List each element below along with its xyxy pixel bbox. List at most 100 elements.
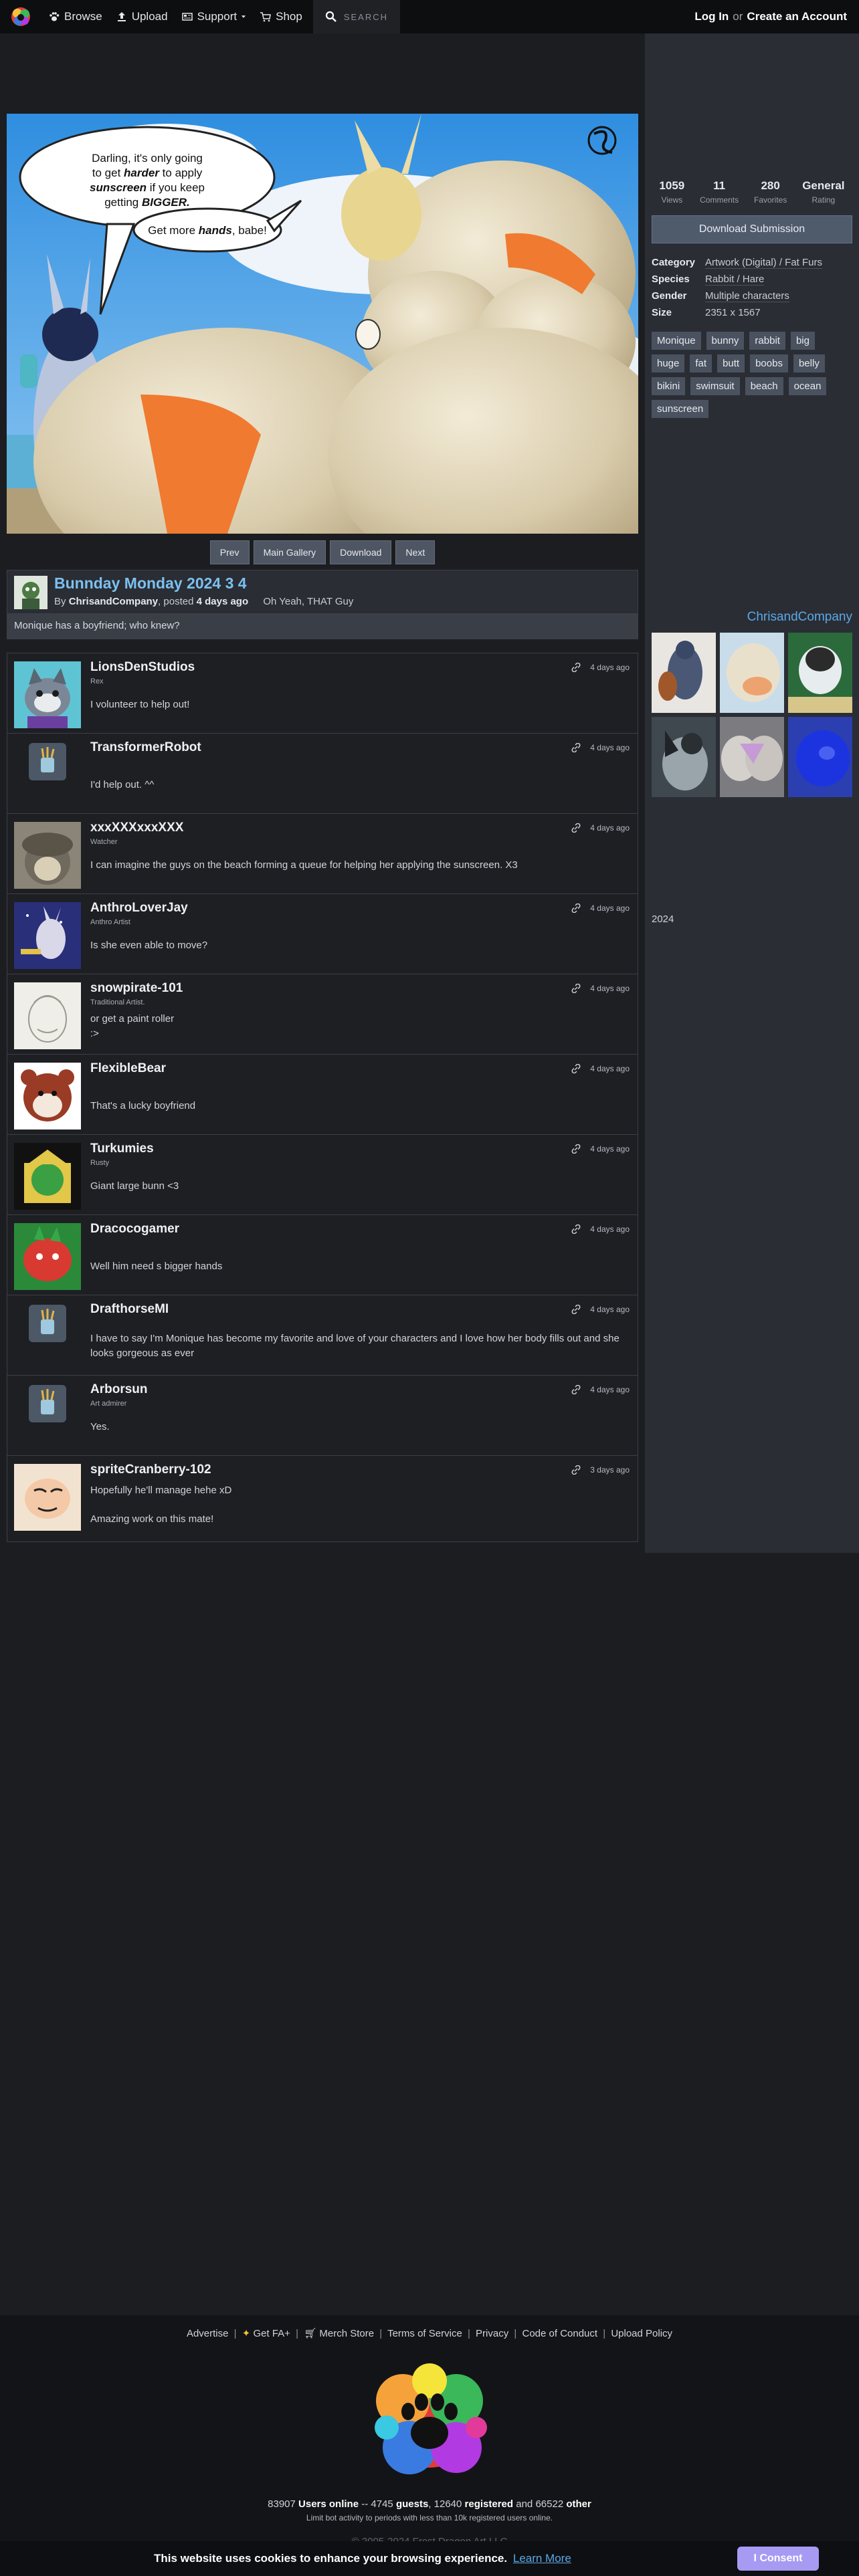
commenter-avatar[interactable] — [14, 822, 81, 889]
tag[interactable]: bikini — [652, 377, 686, 395]
tag[interactable]: sunscreen — [652, 400, 709, 418]
tag[interactable]: butt — [717, 354, 745, 372]
gallery-thumbnail[interactable] — [720, 633, 784, 713]
site-logo-icon[interactable] — [9, 5, 32, 28]
link-icon[interactable] — [571, 1224, 581, 1234]
more-from-artist-link[interactable]: ChrisandCompany — [652, 610, 852, 625]
artist-avatar[interactable] — [14, 576, 47, 609]
download-submission-button[interactable]: Download Submission — [652, 215, 852, 243]
learn-more-link[interactable]: Learn More — [513, 2552, 571, 2565]
users-online: 83907 Users online -- 4745 guests, 12640… — [268, 2498, 591, 2510]
tag[interactable]: fat — [690, 354, 712, 372]
commenter-avatar[interactable] — [29, 743, 66, 780]
link-icon[interactable] — [571, 984, 581, 993]
prev-button[interactable]: Prev — [209, 540, 250, 564]
main-gallery-button[interactable]: Main Gallery — [253, 540, 326, 564]
merch-store-link[interactable]: Merch Store — [319, 2328, 374, 2339]
info-value[interactable]: Artwork (Digital) / Fat Furs — [705, 257, 823, 269]
commenter-avatar[interactable] — [14, 902, 81, 969]
link-icon[interactable] — [571, 743, 581, 752]
nav-upload[interactable]: Upload — [109, 0, 175, 33]
tag[interactable]: boobs — [750, 354, 788, 372]
commenter-avatar[interactable] — [14, 661, 81, 728]
link-icon[interactable] — [571, 1385, 581, 1394]
search-box[interactable]: SEARCH — [312, 0, 400, 33]
gallery-thumbnails — [652, 633, 852, 797]
tag[interactable]: huge — [652, 354, 685, 372]
tag[interactable]: swimsuit — [690, 377, 740, 395]
tag[interactable]: big — [790, 332, 815, 350]
commenter-name[interactable]: spriteCranberry-102 — [90, 1463, 211, 1477]
gallery-thumbnail[interactable] — [720, 717, 784, 797]
commenter-name[interactable]: Turkumies — [90, 1142, 154, 1156]
comment-time: 4 days ago — [590, 1224, 630, 1234]
bubble-1-line-4: getting BIGGER. — [104, 196, 190, 209]
commenter-name[interactable]: snowpirate-101 — [90, 981, 183, 996]
tag[interactable]: beach — [745, 377, 783, 395]
nav-support[interactable]: Support — [175, 0, 254, 33]
commenter-avatar[interactable] — [29, 1305, 66, 1342]
other-label: other — [566, 2498, 591, 2510]
consent-button[interactable]: I Consent — [737, 2547, 819, 2571]
terms-link[interactable]: Terms of Service — [387, 2328, 462, 2339]
link-icon[interactable] — [571, 1064, 581, 1073]
create-account-link[interactable]: Create an Account — [747, 10, 847, 23]
rating-label: Rating — [812, 195, 836, 205]
comment: AnthroLoverJay Anthro Artist Is she even… — [7, 894, 638, 974]
login-link[interactable]: Log In — [694, 10, 729, 23]
commenter-avatar[interactable] — [29, 1385, 66, 1422]
next-button[interactable]: Next — [395, 540, 436, 564]
commenter-name[interactable]: xxxXXXxxxXXX — [90, 821, 183, 835]
download-button[interactable]: Download — [330, 540, 392, 564]
commenter-avatar[interactable] — [14, 1223, 81, 1290]
gallery-thumbnail[interactable] — [788, 717, 852, 797]
comment-line-2: :> — [90, 1027, 99, 1039]
gallery-thumbnail[interactable] — [652, 717, 716, 797]
tag[interactable]: belly — [793, 354, 825, 372]
sidebar: 1059 Views 11 Comments 280 Favorites Gen… — [645, 33, 859, 1553]
tag[interactable]: bunny — [706, 332, 745, 350]
submission-image[interactable]: Darling, it's only going to get harder t… — [7, 114, 638, 534]
comment-meta: 4 days ago — [571, 1064, 630, 1073]
upload-policy-link[interactable]: Upload Policy — [611, 2328, 672, 2339]
folder-link[interactable]: Oh Yeah, THAT Guy — [263, 596, 353, 607]
guests-label: guests — [395, 2498, 429, 2510]
code-of-conduct-link[interactable]: Code of Conduct — [522, 2328, 597, 2339]
link-icon[interactable] — [571, 663, 581, 672]
comment-text: I'd help out. ^^ — [90, 779, 155, 790]
cart-icon: 🛒︎ — [304, 2328, 317, 2339]
tag[interactable]: ocean — [788, 377, 827, 395]
comment-meta: 4 days ago — [571, 1224, 630, 1234]
info-value[interactable]: Multiple characters — [705, 290, 789, 302]
link-icon[interactable] — [571, 1144, 581, 1154]
commenter-name[interactable]: LionsDenStudios — [90, 660, 195, 675]
commenter-name[interactable]: Dracocogamer — [90, 1222, 179, 1237]
gallery-thumbnail[interactable] — [788, 633, 852, 713]
comments-count: 11 — [713, 179, 726, 192]
link-icon[interactable] — [571, 823, 581, 833]
commenter-avatar[interactable] — [14, 1464, 81, 1531]
link-icon[interactable] — [571, 1305, 581, 1314]
commenter-avatar[interactable] — [14, 1063, 81, 1130]
commenter-name[interactable]: TransformerRobot — [90, 740, 201, 755]
commenter-name[interactable]: DrafthorseMI — [90, 1302, 169, 1317]
tag[interactable]: Monique — [652, 332, 701, 350]
commenter-name[interactable]: AnthroLoverJay — [90, 901, 188, 916]
link-icon[interactable] — [571, 1465, 581, 1475]
artist-name-link[interactable]: ChrisandCompany — [69, 596, 158, 607]
commenter-avatar[interactable] — [14, 982, 81, 1049]
info-value[interactable]: Rabbit / Hare — [705, 274, 765, 286]
commenter-name[interactable]: FlexibleBear — [90, 1061, 166, 1076]
comment: Dracocogamer Well him need s bigger hand… — [7, 1215, 638, 1295]
gallery-thumbnail[interactable] — [652, 633, 716, 713]
commenter-avatar[interactable] — [14, 1143, 81, 1210]
link-icon[interactable] — [571, 903, 581, 913]
nav-shop[interactable]: Shop — [253, 0, 309, 33]
get-fa-plus-link[interactable]: Get FA+ — [253, 2328, 290, 2339]
privacy-link[interactable]: Privacy — [476, 2328, 508, 2339]
commenter-name[interactable]: Arborsun — [90, 1382, 148, 1397]
rating-value: General — [802, 179, 845, 192]
advertise-link[interactable]: Advertise — [187, 2328, 229, 2339]
tag[interactable]: rabbit — [749, 332, 785, 350]
nav-browse[interactable]: Browse — [41, 0, 109, 33]
